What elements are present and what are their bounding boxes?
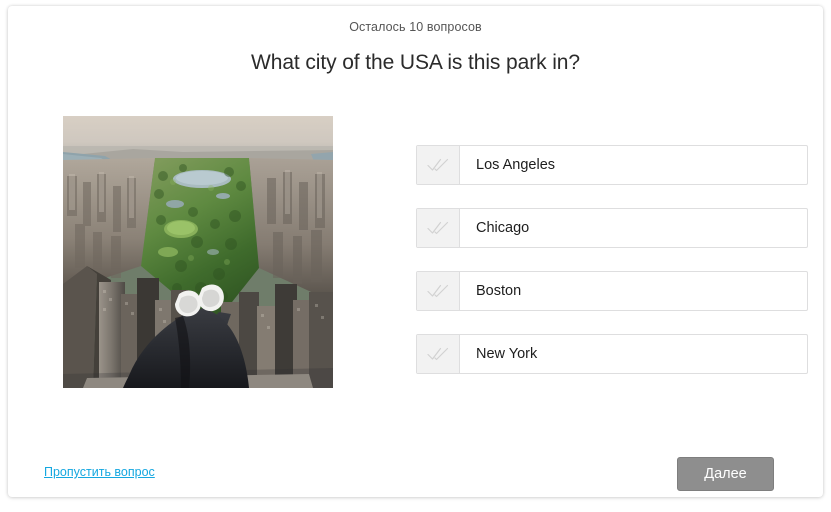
next-button[interactable]: Далее [677,457,774,491]
answer-option-label: Chicago [476,220,530,236]
double-check-icon [417,272,460,310]
question-image-container [63,116,333,388]
answer-option-3[interactable]: Boston [416,271,808,311]
page-title: What city of the USA is this park in? [251,51,580,74]
answer-options-list: Los Angeles Chicago Boston New York [416,145,808,374]
answer-option-label: Los Angeles [476,157,556,173]
double-check-icon [417,209,460,247]
questions-remaining-counter: Осталось 10 вопросов [349,20,482,34]
double-check-icon [417,335,460,373]
quiz-card: Осталось 10 вопросов What city of the US… [8,6,823,497]
answer-option-2[interactable]: Chicago [416,208,808,248]
central-park-aerial-photo [63,116,333,388]
answer-option-4[interactable]: New York [416,334,808,374]
answer-option-label: New York [476,346,538,362]
skip-question-link[interactable]: Пропустить вопрос [44,465,155,479]
double-check-icon [417,146,460,184]
answer-option-1[interactable]: Los Angeles [416,145,808,185]
answer-option-label: Boston [476,283,522,299]
